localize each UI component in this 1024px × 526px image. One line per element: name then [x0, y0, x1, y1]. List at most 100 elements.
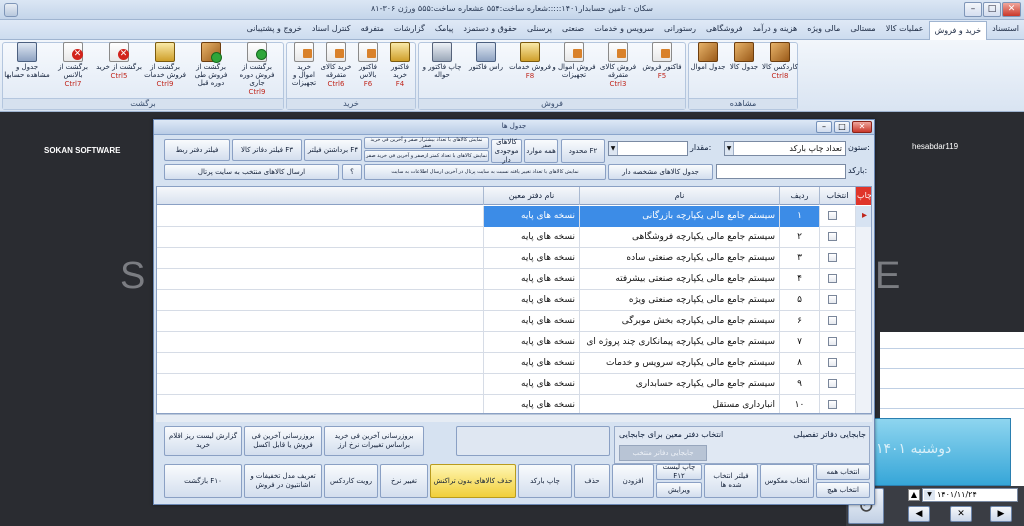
ribbon-button[interactable]: فروش خدمات F8: [508, 42, 552, 96]
show-exceed-button[interactable]: نمایش کالاهای با تعداد بیشتراز صفر و آخر…: [364, 137, 489, 149]
filter-link-book-button[interactable]: فیلتر دفتر ربط: [164, 139, 230, 161]
menu-item[interactable]: سرویس و خدمات: [589, 20, 659, 40]
dialog-minimize-button[interactable]: –: [816, 121, 832, 133]
dialog-close-button[interactable]: ✕: [852, 121, 872, 133]
select-checkbox[interactable]: [828, 232, 837, 241]
select-none-button[interactable]: انتخاب هیچ: [816, 482, 870, 498]
select-checkbox[interactable]: [828, 295, 837, 304]
select-checkbox[interactable]: [828, 337, 837, 346]
print-list-button[interactable]: چاپ لیست F۱۲: [656, 463, 702, 480]
chevron-down-icon[interactable]: ▼: [924, 490, 935, 500]
table-row[interactable]: ۵ سیستم جامع مالی یکپارچه صنعتی ویژه نسخه …: [157, 290, 871, 311]
cardex-view-button[interactable]: رویت کاردکس: [324, 464, 378, 498]
select-checkbox[interactable]: [828, 274, 837, 283]
back-button[interactable]: بازگشت F۱۰: [164, 464, 242, 498]
menu-item[interactable]: کنترل اسناد: [307, 20, 356, 40]
ribbon-button[interactable]: برگشت از فروش دوره جاری Ctrl9: [234, 42, 280, 96]
ribbon-button[interactable]: برگشت از بالانسCtrl7: [50, 42, 96, 96]
all-items-button[interactable]: همه موارد: [524, 139, 558, 163]
minimize-button[interactable]: –: [964, 2, 982, 17]
ribbon-button[interactable]: جدول و مشاهده حسابها: [4, 42, 50, 96]
ribbon-button[interactable]: کاردکس کالا Ctrl8: [762, 42, 798, 96]
menu-item[interactable]: عملیات کالا: [881, 20, 929, 40]
show-changed-button[interactable]: نمایش کالاهای با تعداد تغییر یافته نسبت …: [364, 164, 606, 180]
select-cell[interactable]: [819, 311, 855, 332]
prev-date-button[interactable]: ◀: [908, 506, 930, 522]
ribbon-button[interactable]: فاکتور بالاس F6: [352, 42, 384, 96]
table-row[interactable]: ۸ سیستم جامع مالی یکپارچه سرویس و خدمات نس…: [157, 353, 871, 374]
ribbon-button[interactable]: برگشت از فروش طی دوره قبل: [188, 42, 234, 96]
next-date-button[interactable]: ▶: [990, 506, 1012, 522]
barcode-input[interactable]: [716, 164, 846, 179]
column-header[interactable]: نام دفتر معین: [483, 187, 579, 205]
ribbon-button[interactable]: خرید کالای متفرقه Ctrl6: [320, 42, 352, 96]
delete-date-button[interactable]: ✕: [950, 506, 972, 522]
table-row[interactable]: ۷ سیستم جامع مالی یکپارچه پیمانکاری چند پ…: [157, 332, 871, 353]
column-header[interactable]: انتخاب: [819, 187, 855, 205]
ribbon-button[interactable]: چاپ فاکتور و حواله: [420, 42, 464, 96]
move-target-button[interactable]: جابجایی دفاتر منتخب: [619, 445, 707, 461]
update-last-buy-button[interactable]: بروزرسانی آخرین فی خرید براساس تغییرات ن…: [324, 426, 424, 456]
menu-item[interactable]: خروج و پشتیبانی: [242, 20, 307, 40]
ribbon-button[interactable]: برگشت از فروش خدمات Ctrl9: [142, 42, 188, 96]
stock-items-button[interactable]: کالاهای موجودی دار: [491, 138, 522, 164]
column-header[interactable]: ردیف: [779, 187, 819, 205]
ribbon-button[interactable]: خرید اموال و تجهیزات: [288, 42, 320, 96]
menu-item[interactable]: استسناد: [987, 20, 1024, 40]
menu-item[interactable]: خرید و فروش: [928, 21, 988, 40]
select-checkbox[interactable]: [828, 358, 837, 367]
horizontal-scrollbar[interactable]: [156, 414, 872, 422]
menu-item[interactable]: هزینه و درآمد: [748, 20, 803, 40]
column-select[interactable]: ▼ تعداد چاپ بارکد: [724, 141, 846, 156]
ribbon-button[interactable]: راس فاکتور: [464, 42, 508, 96]
menu-item[interactable]: متفرقه: [356, 20, 389, 40]
menu-item[interactable]: فروشگاهی: [701, 20, 748, 40]
menu-item[interactable]: مستالی: [845, 20, 880, 40]
ribbon-button[interactable]: فروش کالای متفرقه Ctrl3: [596, 42, 640, 96]
select-cell[interactable]: [819, 374, 855, 395]
report-list-button[interactable]: گزارش لیست ریز اقلام خرید: [164, 426, 242, 456]
select-cell[interactable]: [819, 227, 855, 248]
select-cell[interactable]: [819, 206, 855, 227]
limited-filter-button[interactable]: محدود F۲: [561, 139, 605, 163]
table-row[interactable]: ۹ سیستم جامع مالی یکپارچه حسابداری نسخه ها…: [157, 374, 871, 395]
select-cell[interactable]: [819, 332, 855, 353]
ribbon-button[interactable]: فروش اموال و تجهیزات: [552, 42, 596, 96]
table-row[interactable]: ۲ سیستم جامع مالی یکپارچه فروشگاهی نسخه ها…: [157, 227, 871, 248]
select-checkbox[interactable]: [828, 379, 837, 388]
date-up-button[interactable]: ▲: [908, 489, 920, 501]
menu-item[interactable]: گزارشات: [389, 20, 430, 40]
menu-item[interactable]: صنعتی: [557, 20, 589, 40]
ribbon-button[interactable]: جدول اموال: [690, 42, 726, 96]
select-cell[interactable]: [819, 290, 855, 311]
chevron-down-icon[interactable]: ▼: [725, 142, 734, 155]
invert-selection-button[interactable]: انتخاب معکوس: [760, 464, 814, 498]
define-discount-button[interactable]: تعریف مدل تخفیفات و اشانتیون در فروش: [244, 464, 322, 498]
amount-select[interactable]: ▼: [608, 141, 688, 156]
send-to-portal-button[interactable]: ارسال کالاهای منتخب به سایت پرتال: [164, 164, 339, 180]
select-all-button[interactable]: انتخاب همه: [816, 464, 870, 480]
maximize-button[interactable]: □: [983, 2, 1001, 17]
remove-filter-button[interactable]: برداشتن فیلتر F۴: [304, 139, 362, 161]
help-button[interactable]: ؟: [342, 164, 362, 180]
specific-goods-table-button[interactable]: جدول کالاهای مشخصه دار: [608, 164, 713, 180]
table-row[interactable]: ۳ سیستم جامع مالی یکپارچه صنعتی ساده نسخه …: [157, 248, 871, 269]
table-row[interactable]: ۴ سیستم جامع مالی یکپارچه صنعتی بیشرفته نس…: [157, 269, 871, 290]
show-less-button[interactable]: نمایش کالاهای با تعداد کمتر ازصفر و آخری…: [364, 150, 489, 162]
table-row[interactable]: ۶ سیستم جامع مالی یکپارچه بخش موبرگی نسخه …: [157, 311, 871, 332]
table-row[interactable]: ▸ ۱ سیستم جامع مالی یکپارچه بازرگانی نسخه ه…: [157, 206, 871, 227]
delete-button[interactable]: حذف: [574, 464, 610, 498]
dialog-maximize-button[interactable]: □: [834, 121, 850, 133]
ribbon-button[interactable]: فاکتور خرید F4: [384, 42, 416, 96]
add-button[interactable]: افزودن: [612, 464, 654, 498]
close-button[interactable]: ✕: [1002, 2, 1021, 17]
menu-item[interactable]: حقوق و دستمزد: [458, 20, 522, 40]
select-checkbox[interactable]: [828, 253, 837, 262]
select-cell[interactable]: [819, 248, 855, 269]
menu-item[interactable]: رستورانی: [659, 20, 701, 40]
column-header[interactable]: نام: [579, 187, 779, 205]
delete-no-transaction-button[interactable]: حذف کالاهای بدون تراکنش: [430, 464, 516, 498]
select-checkbox[interactable]: [828, 400, 837, 409]
change-rate-button[interactable]: تغییر نرخ: [380, 464, 428, 498]
edit-button[interactable]: ویرایش: [656, 482, 702, 498]
